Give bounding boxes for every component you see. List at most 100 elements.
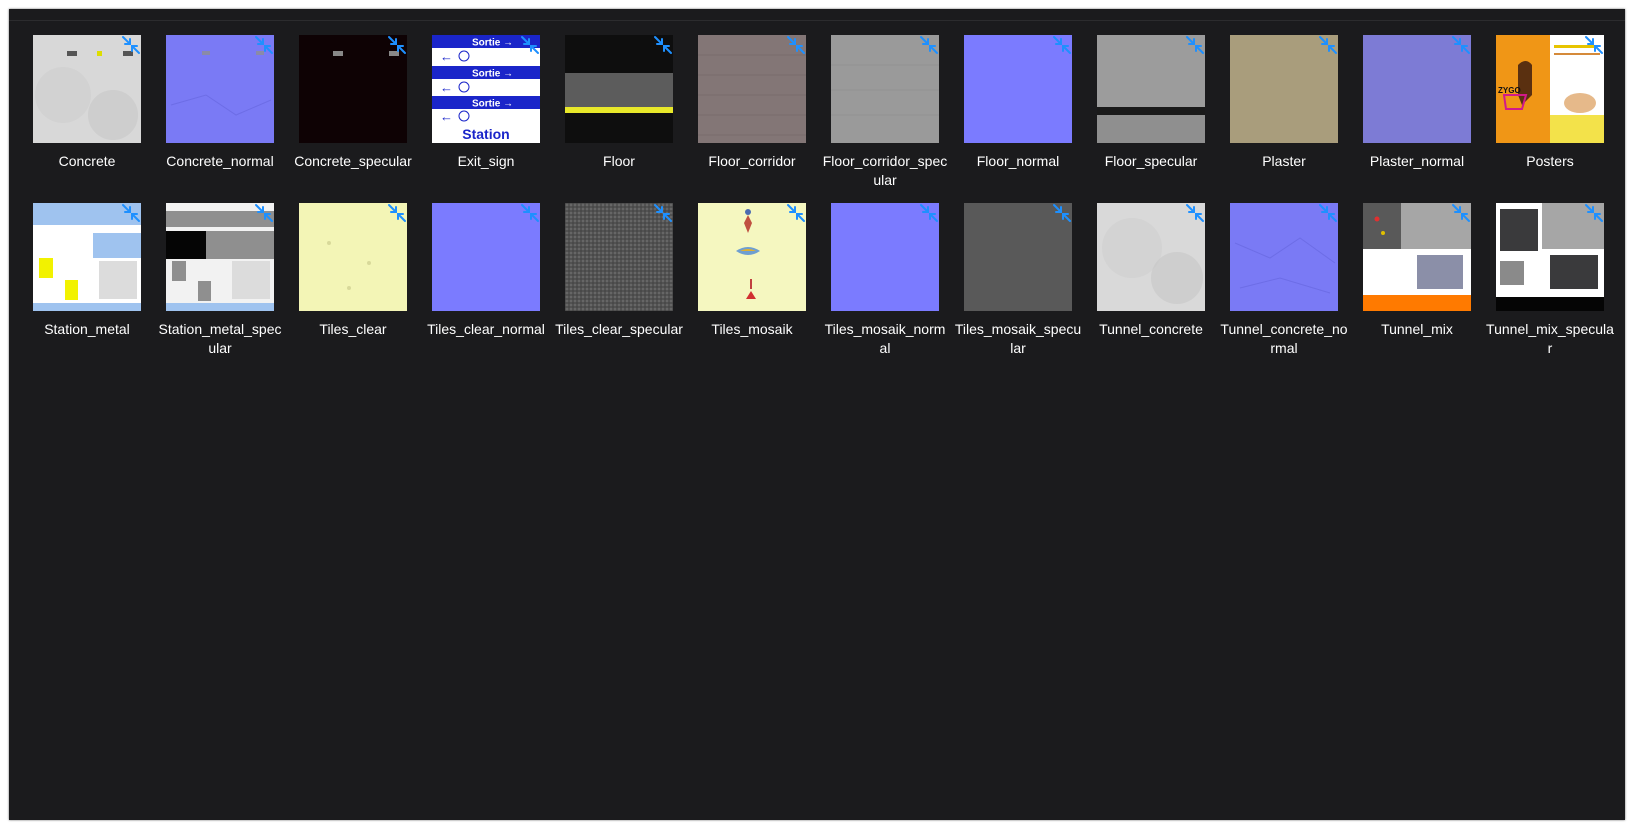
file-name-label: Tunnel_mix_specular: [1486, 321, 1614, 356]
compressed-arrows-icon: [1451, 203, 1471, 223]
file-name-label: Concrete: [58, 153, 116, 169]
file-name-label: Concrete_specular: [294, 153, 412, 169]
compressed-arrows-icon: [1052, 35, 1072, 55]
file-thumbnail: [1496, 203, 1604, 311]
compressed-arrows-icon: [1318, 35, 1338, 55]
compressed-arrows-icon: [786, 203, 806, 223]
compressed-arrows-icon: [387, 203, 407, 223]
file-name-label: Tiles_mosaik_specular: [954, 321, 1082, 356]
file-name-label: Station_metal_specular: [158, 321, 282, 356]
compressed-arrows-icon: [254, 35, 274, 55]
file-name-label: Floor_normal: [976, 153, 1060, 169]
svg-text:←: ←: [440, 49, 453, 64]
exit-sign-station: Station: [462, 126, 509, 142]
file-thumbnail: [964, 203, 1072, 311]
file-thumbnail: [831, 203, 939, 311]
file-thumbnail: ZYGO: [1496, 35, 1604, 143]
compressed-arrows-icon: [1318, 203, 1338, 223]
file-name-label: Plaster_normal: [1369, 153, 1465, 169]
file-item-tunnel-mix-specular[interactable]: Tunnel_mix_specular: [1486, 203, 1614, 370]
file-thumbnail: [565, 35, 673, 143]
file-thumbnail: [1230, 35, 1338, 143]
file-name-label: Plaster: [1262, 153, 1306, 169]
file-name-label: Posters: [1526, 153, 1574, 169]
compressed-arrows-icon: [520, 203, 540, 223]
file-item-plaster-normal[interactable]: Plaster_normal: [1363, 35, 1471, 202]
compressed-arrows-icon: [1185, 35, 1205, 55]
file-item-tiles-clear[interactable]: Tiles_clear: [299, 203, 407, 370]
compressed-arrows-icon: [1584, 203, 1604, 223]
file-item-floor-corridor-specular[interactable]: Floor_corridor_specular: [823, 35, 947, 202]
file-name-label: Floor_specular: [1104, 153, 1198, 169]
file-name-label: Floor_corridor_specular: [822, 153, 948, 188]
file-item-exit-sign[interactable]: Sortie → ← Sortie → ← Sortie → ← Station…: [432, 35, 540, 202]
file-thumbnail: [698, 35, 806, 143]
file-thumbnail: [33, 35, 141, 143]
file-item-floor-specular[interactable]: Floor_specular: [1097, 35, 1205, 202]
file-thumbnail: [299, 203, 407, 311]
file-item-tunnel-concrete[interactable]: Tunnel_concrete: [1097, 203, 1205, 370]
file-thumbnail: [166, 35, 274, 143]
file-item-floor-corridor[interactable]: Floor_corridor: [698, 35, 806, 202]
file-item-plaster[interactable]: Plaster: [1230, 35, 1338, 202]
file-item-tiles-mosaik-specular[interactable]: Tiles_mosaik_specular: [955, 203, 1081, 370]
file-item-tiles-mosaik[interactable]: Tiles_mosaik: [698, 203, 806, 370]
file-name-label: Floor: [603, 153, 635, 169]
file-item-tiles-clear-normal[interactable]: Tiles_clear_normal: [427, 203, 545, 370]
file-thumbnail: [565, 203, 673, 311]
file-thumbnail: [33, 203, 141, 311]
file-item-concrete-specular[interactable]: Concrete_specular: [294, 35, 412, 202]
svg-text:←: ←: [440, 80, 453, 95]
file-name-label: Tunnel_concrete: [1099, 321, 1203, 337]
exit-sign-sortie-3: Sortie →: [472, 99, 513, 110]
posters-brand: ZYGO: [1498, 86, 1521, 95]
file-item-tiles-clear-specular[interactable]: Tiles_clear_specular: [555, 203, 683, 370]
file-item-tunnel-concrete-normal[interactable]: Tunnel_concrete_normal: [1220, 203, 1348, 370]
file-item-station-metal-specular[interactable]: Station_metal_specular: [159, 203, 281, 370]
file-thumbnail: [1363, 35, 1471, 143]
file-name-label: Station_metal: [44, 321, 130, 337]
exit-sign-sortie-2: Sortie →: [472, 69, 513, 80]
compressed-arrows-icon: [387, 35, 407, 55]
file-grid: Concrete Concrete_normal Concrete_specul…: [33, 35, 1614, 370]
file-item-floor-normal[interactable]: Floor_normal: [964, 35, 1072, 202]
compressed-arrows-icon: [121, 35, 141, 55]
file-name-label: Tunnel_mix: [1381, 321, 1453, 337]
compressed-arrows-icon: [1052, 203, 1072, 223]
compressed-arrows-icon: [653, 203, 673, 223]
compressed-arrows-icon: [1584, 35, 1604, 55]
file-thumbnail: [1230, 203, 1338, 311]
file-thumbnail: [1097, 35, 1205, 143]
compressed-arrows-icon: [1451, 35, 1471, 55]
file-item-tiles-mosaik-normal[interactable]: Tiles_mosaik_normal: [825, 203, 945, 370]
file-thumbnail: [964, 35, 1072, 143]
file-name-label: Tiles_mosaik: [711, 321, 793, 337]
file-name-label: Tunnel_concrete_normal: [1220, 321, 1348, 356]
compressed-arrows-icon: [919, 203, 939, 223]
file-thumbnail: [299, 35, 407, 143]
file-item-concrete[interactable]: Concrete: [33, 35, 141, 202]
file-thumbnail: [432, 203, 540, 311]
file-thumbnail: [166, 203, 274, 311]
file-item-concrete-normal[interactable]: Concrete_normal: [166, 35, 274, 202]
window-top-edge: [9, 9, 1625, 21]
file-name-label: Tiles_clear_specular: [555, 321, 683, 337]
file-item-station-metal[interactable]: Station_metal: [33, 203, 141, 370]
file-thumbnail: Sortie → ← Sortie → ← Sortie → ← Station: [432, 35, 540, 143]
file-item-tunnel-mix[interactable]: Tunnel_mix: [1363, 203, 1471, 370]
compressed-arrows-icon: [653, 35, 673, 55]
file-item-posters[interactable]: ZYGO Posters: [1496, 35, 1604, 202]
file-explorer-window: Concrete Concrete_normal Concrete_specul…: [9, 9, 1625, 820]
file-thumbnail: [1097, 203, 1205, 311]
compressed-arrows-icon: [254, 203, 274, 223]
compressed-arrows-icon: [1185, 203, 1205, 223]
file-name-label: Tiles_clear: [319, 321, 387, 337]
file-name-label: Concrete_normal: [166, 153, 274, 169]
compressed-arrows-icon: [121, 203, 141, 223]
exit-sign-sortie-1: Sortie →: [472, 38, 513, 49]
compressed-arrows-icon: [919, 35, 939, 55]
file-name-label: Floor_corridor: [708, 153, 796, 169]
file-name-label: Tiles_mosaik_normal: [824, 321, 946, 356]
file-item-floor[interactable]: Floor: [565, 35, 673, 202]
file-thumbnail: [1363, 203, 1471, 311]
